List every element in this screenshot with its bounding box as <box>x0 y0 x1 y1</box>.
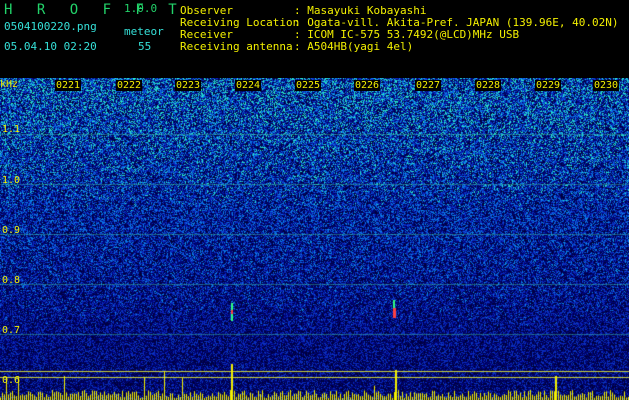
x-tick-0229: 0229 <box>535 80 562 91</box>
antenna-label: Receiving antenna <box>180 40 293 53</box>
x-tick-0226: 0226 <box>354 80 381 91</box>
header-panel: H R O F F T 1.0.0 0504100220.png meteor … <box>0 0 629 78</box>
y-tick-1-0: 1.0 <box>2 175 21 186</box>
location-label: Receiving Location <box>180 16 300 29</box>
y-tick-0-8: 0.8 <box>2 275 21 286</box>
y-tick-1-1: 1.1 <box>2 124 21 135</box>
antenna-value: : A504HB(yagi 4el) <box>294 40 414 53</box>
location-value: : Ogata-vill. Akita-Pref. JAPAN (139.96E… <box>294 16 619 29</box>
x-tick-0222: 0222 <box>116 80 143 91</box>
x-tick-0228: 0228 <box>475 80 502 91</box>
x-tick-0224: 0224 <box>235 80 262 91</box>
observer-label: Observer <box>180 4 233 17</box>
y-tick-0-6: 0.6 <box>2 375 21 386</box>
file-name: 0504100220.png <box>4 20 97 33</box>
y-tick-0-9: 0.9 <box>2 225 21 236</box>
spectrogram-canvas <box>0 78 629 400</box>
y-tick-0-7: 0.7 <box>2 325 21 336</box>
x-tick-0221: 0221 <box>55 80 82 91</box>
x-tick-0223: 0223 <box>175 80 202 91</box>
x-tick-0225: 0225 <box>295 80 322 91</box>
observer-value: : Masayuki Kobayashi <box>294 4 427 17</box>
receiver-label: Receiver <box>180 28 233 41</box>
date-time: 05.04.10 02:20 <box>4 40 97 53</box>
receiver-value: : ICOM IC-575 53.7492(@LCD)MHz USB <box>294 28 520 41</box>
meteor-count: 55 <box>138 40 152 53</box>
x-tick-0227: 0227 <box>415 80 442 91</box>
x-tick-0230: 0230 <box>593 80 620 91</box>
y-unit-label: kHz <box>0 79 19 90</box>
mode-label: meteor <box>124 25 164 38</box>
app-title: H R O F F T <box>4 2 185 18</box>
app-version: 1.0.0 <box>124 2 158 15</box>
